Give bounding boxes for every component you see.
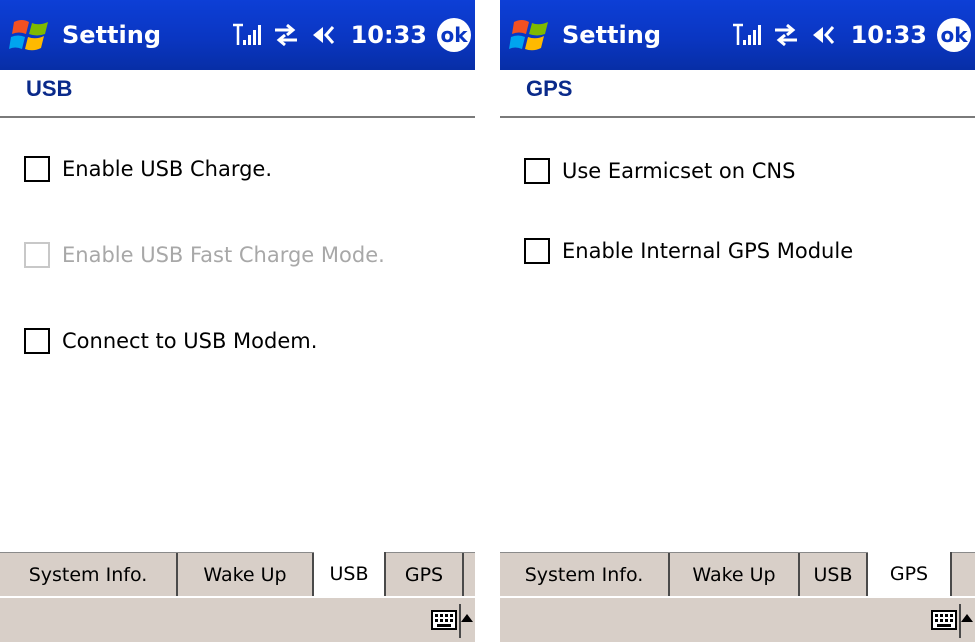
tab-wake-up[interactable]: Wake Up — [178, 553, 314, 597]
connect-usb-modem-checkbox[interactable]: Connect to USB Modem. — [24, 326, 317, 356]
clock[interactable]: 10:33 — [351, 18, 427, 52]
app-title: Setting — [62, 21, 161, 49]
checkbox-box[interactable] — [524, 238, 550, 264]
ok-button[interactable]: ok — [937, 18, 971, 52]
tab-usb[interactable]: USB — [314, 552, 386, 597]
checkbox-box[interactable] — [24, 156, 50, 182]
speaker-volume-icon[interactable] — [311, 21, 341, 49]
screen-gap — [475, 0, 500, 642]
signal-strength-icon[interactable] — [731, 21, 761, 49]
enable-internal-gps-checkbox[interactable]: Enable Internal GPS Module — [524, 236, 853, 266]
checkbox-label: Connect to USB Modem. — [62, 329, 318, 353]
header-divider — [500, 116, 975, 118]
ok-button[interactable]: ok — [437, 18, 471, 52]
checkbox-label: Enable Internal GPS Module — [562, 239, 854, 263]
enable-usb-fast-charge-checkbox: Enable USB Fast Charge Mode. — [24, 240, 385, 270]
menu-bar — [500, 596, 975, 642]
up-arrow-icon[interactable] — [961, 614, 973, 622]
page-header: GPS — [500, 70, 975, 116]
tab-system-info[interactable]: System Info. — [0, 553, 178, 597]
page-title: USB — [26, 76, 73, 101]
status-icons: 10:33 — [731, 18, 927, 52]
signal-strength-icon[interactable] — [231, 21, 261, 49]
gps-settings-screen: Setting 10:33 ok GPS Use Earmicset on CN… — [500, 0, 975, 642]
keyboard-icon[interactable] — [431, 610, 457, 630]
menu-bar — [0, 596, 475, 642]
header-divider — [0, 116, 475, 118]
status-icons: 10:33 — [231, 18, 427, 52]
checkbox-box[interactable] — [524, 158, 550, 184]
checkbox-label: Use Earmicset on CNS — [562, 159, 796, 183]
tab-gps[interactable]: GPS — [386, 553, 464, 597]
tab-wake-up[interactable]: Wake Up — [670, 553, 800, 597]
connectivity-icon[interactable] — [271, 21, 301, 49]
checkbox-label: Enable USB Charge. — [62, 157, 273, 181]
tab-usb[interactable]: USB — [800, 553, 868, 597]
connectivity-icon[interactable] — [771, 21, 801, 49]
tab-strip: System Info. Wake Up USB GPS — [500, 552, 975, 597]
up-arrow-icon[interactable] — [461, 614, 473, 622]
windows-start-icon[interactable] — [508, 12, 554, 58]
enable-usb-charge-checkbox[interactable]: Enable USB Charge. — [24, 154, 272, 184]
usb-settings-screen: Setting 10:33 ok USB Enable USB Charge. … — [0, 0, 475, 642]
windows-start-icon[interactable] — [8, 12, 54, 58]
title-bar: Setting 10:33 ok — [500, 0, 975, 70]
checkbox-box[interactable] — [24, 328, 50, 354]
tab-gps[interactable]: GPS — [868, 552, 952, 597]
page-title: GPS — [526, 76, 573, 101]
page-header: USB — [0, 70, 475, 116]
use-earmicset-checkbox[interactable]: Use Earmicset on CNS — [524, 156, 795, 186]
tab-system-info[interactable]: System Info. — [500, 553, 670, 597]
app-title: Setting — [562, 21, 661, 49]
clock[interactable]: 10:33 — [851, 18, 927, 52]
title-bar: Setting 10:33 ok — [0, 0, 475, 70]
checkbox-box — [24, 242, 50, 268]
tab-strip: System Info. Wake Up USB GPS — [0, 552, 475, 597]
speaker-volume-icon[interactable] — [811, 21, 841, 49]
checkbox-label: Enable USB Fast Charge Mode. — [62, 243, 385, 267]
keyboard-icon[interactable] — [931, 610, 957, 630]
